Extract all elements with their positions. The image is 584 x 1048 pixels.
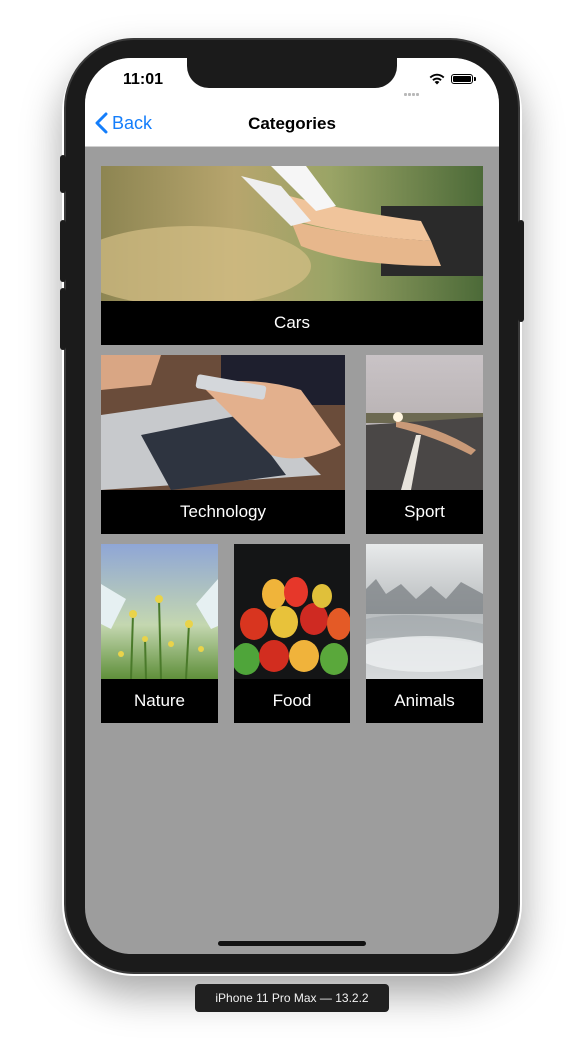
nature-image bbox=[101, 544, 218, 679]
power-button bbox=[518, 220, 524, 322]
category-tile-cars[interactable]: Cars bbox=[101, 166, 483, 345]
page-title: Categories bbox=[248, 114, 336, 133]
category-tile-food[interactable]: Food bbox=[234, 544, 350, 723]
volume-up-button bbox=[60, 220, 66, 282]
category-label-technology: Technology bbox=[179, 502, 266, 521]
category-tile-nature[interactable]: Nature bbox=[101, 544, 218, 723]
battery-icon bbox=[451, 74, 476, 84]
category-label-food: Food bbox=[272, 691, 312, 710]
notch bbox=[187, 58, 397, 88]
sport-image bbox=[366, 355, 483, 490]
category-tile-animals[interactable]: Animals bbox=[366, 544, 483, 723]
simulator-device-label: iPhone 11 Pro Max — 13.2.2 bbox=[195, 984, 389, 1012]
category-label-animals: Animals bbox=[394, 691, 455, 710]
volume-down-button bbox=[60, 288, 66, 350]
animals-image bbox=[366, 544, 483, 679]
category-label-nature: Nature bbox=[133, 691, 186, 710]
category-tile-technology[interactable]: Technology bbox=[101, 355, 345, 534]
screen: 11:01 Back Categories Cars Technology Sp… bbox=[85, 58, 499, 954]
category-label-sport: Sport bbox=[404, 502, 445, 521]
wifi-icon bbox=[429, 73, 445, 85]
home-indicator[interactable] bbox=[218, 941, 366, 946]
navigation-bar: Back Categories bbox=[85, 102, 499, 147]
technology-image bbox=[101, 355, 345, 490]
status-time: 11:01 bbox=[123, 71, 164, 88]
category-label-cars: Cars bbox=[274, 313, 310, 332]
mute-switch bbox=[60, 155, 66, 193]
cellular-signal-icon bbox=[404, 83, 420, 101]
category-tile-sport[interactable]: Sport bbox=[366, 355, 483, 534]
cars-image bbox=[101, 166, 483, 301]
food-image bbox=[234, 544, 350, 679]
